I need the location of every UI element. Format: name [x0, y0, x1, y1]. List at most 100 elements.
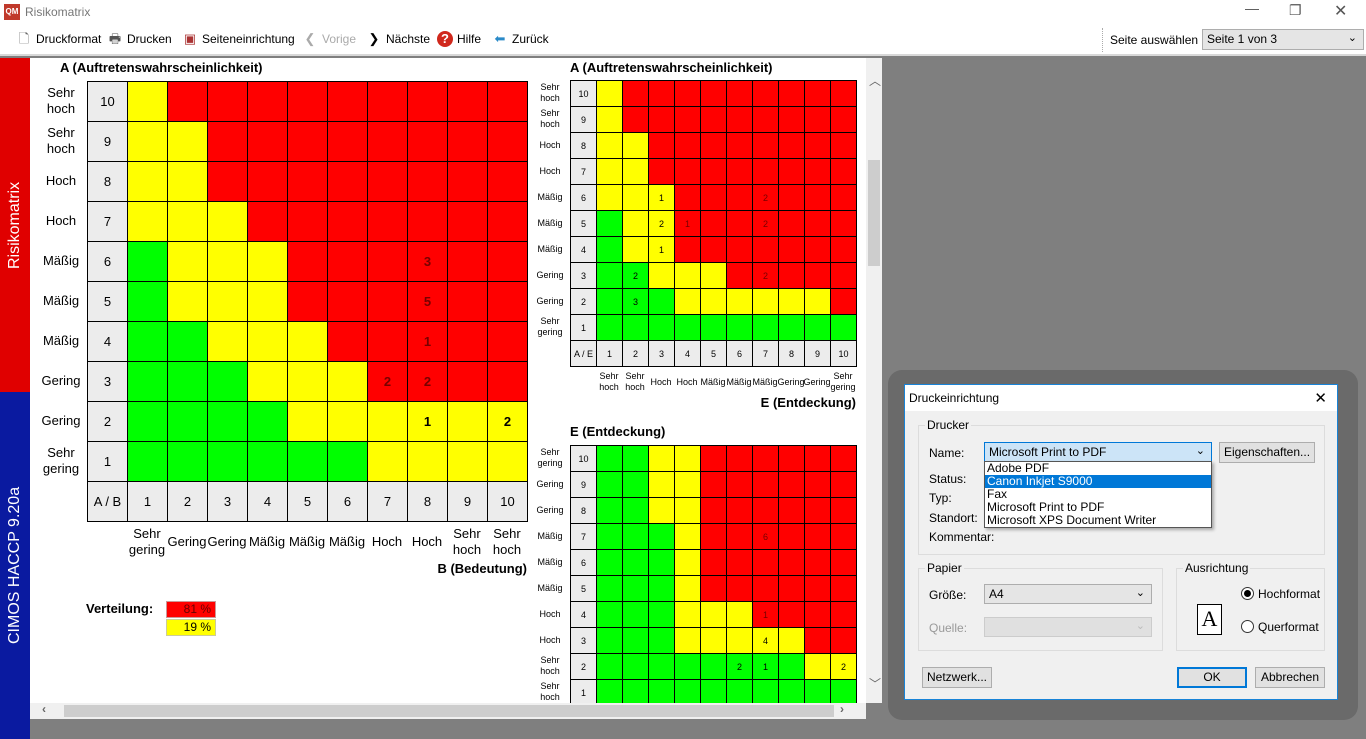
matrix-cell [287, 161, 328, 202]
matrix-cell [752, 80, 779, 107]
matrix-cell [648, 106, 675, 133]
matrix-cell-count: 1 [407, 321, 448, 362]
matrix-cell [622, 184, 649, 211]
matrix-cell [207, 81, 248, 122]
seiteneinrichtung-button[interactable]: ▣ Seiteneinrichtung [182, 31, 295, 47]
hilfe-button[interactable]: ? Hilfe [437, 31, 481, 47]
matrix-cell [622, 653, 649, 680]
printer-option-highlighted[interactable]: Canon Inkjet S9000 [985, 475, 1211, 488]
matrix-cell [327, 441, 368, 482]
matrix-cell [778, 575, 805, 602]
matrix-cell [830, 627, 857, 654]
portrait-radio[interactable] [1241, 587, 1254, 600]
landscape-radio[interactable] [1241, 620, 1254, 633]
page-select-value: Seite 1 von 3 [1207, 32, 1278, 46]
matrix-cell [207, 361, 248, 402]
matrix-cell [804, 80, 831, 107]
vertical-scrollbar[interactable]: ︿ ﹀ [866, 58, 882, 703]
matrix-cell-count: 2 [830, 653, 857, 680]
hilfe-label: Hilfe [457, 32, 482, 46]
distribution-label: Verteilung: [86, 601, 154, 616]
matrix-cell [752, 158, 779, 185]
row-label: Mäßig [42, 293, 80, 309]
source-label: Quelle: [929, 621, 968, 635]
matrix-cell [726, 523, 753, 550]
paper-size-select[interactable]: A4 ⌄ [984, 584, 1152, 604]
matrix-cell [648, 314, 675, 341]
zurueck-button[interactable]: ⬅ Zurück [492, 31, 549, 47]
naechste-button[interactable]: ❯ Nächste [366, 31, 430, 47]
matrix-cell [726, 262, 753, 289]
document-icon: 🗋 [18, 31, 30, 46]
row-number-cell: 7 [570, 158, 597, 185]
vorige-button[interactable]: ❮ Vorige [302, 31, 356, 47]
scroll-up-icon[interactable]: ︿ [869, 72, 881, 89]
matrix-cell [700, 549, 727, 576]
matrix-cell [596, 314, 623, 341]
printer-option[interactable]: Microsoft XPS Document Writer [985, 514, 1211, 527]
matrix-cell [596, 158, 623, 185]
drucken-button[interactable]: 🖶 Drucken [107, 31, 172, 47]
page-select[interactable]: Seite 1 von 3 ⌄ [1202, 29, 1364, 50]
scroll-right-icon[interactable]: › [840, 702, 844, 716]
scroll-down-icon[interactable]: ﹀ [869, 675, 881, 692]
matrix-cell [596, 679, 623, 703]
close-button[interactable]: ✕ [1334, 1, 1347, 21]
paper-source-select[interactable]: ⌄ [984, 617, 1152, 637]
printer-name-select[interactable]: Microsoft Print to PDF ⌄ [984, 442, 1212, 462]
cancel-button[interactable]: Abbrechen [1255, 667, 1325, 688]
matrix-cell [778, 601, 805, 628]
scroll-left-icon[interactable]: ‹ [42, 702, 46, 716]
matrix-cell [167, 201, 208, 242]
vorige-label: Vorige [322, 32, 357, 46]
matrix-cell [804, 497, 831, 524]
matrix-cell [804, 601, 831, 628]
horizontal-scrollbar[interactable]: ‹ › [30, 702, 866, 719]
paper-group-label: Papier [925, 561, 964, 575]
ok-button[interactable]: OK [1177, 667, 1247, 688]
matrix-cell [127, 361, 168, 402]
row-number-cell: 9 [87, 121, 128, 162]
horizontal-scroll-thumb[interactable] [64, 705, 834, 717]
matrix-cell [287, 321, 328, 362]
matrix-cell [700, 106, 727, 133]
matrix-cell [622, 236, 649, 263]
arrow-left-icon: ⬅ [494, 31, 506, 46]
matrix-cell [207, 121, 248, 162]
row-number-cell: 2 [570, 288, 597, 315]
matrix-cell [752, 549, 779, 576]
matrix-cell [127, 81, 168, 122]
matrix-cell [407, 161, 448, 202]
col-number-cell: 5 [700, 340, 727, 367]
printer-icon: 🖶 [108, 31, 122, 46]
matrix-cell [648, 653, 675, 680]
matrix-cell [726, 497, 753, 524]
row-label: Sehr hoch [540, 108, 560, 129]
matrix-cell [726, 601, 753, 628]
matrix-cell [407, 81, 448, 122]
matrix-cell [700, 236, 727, 263]
vertical-scroll-thumb[interactable] [868, 160, 880, 266]
matrix-cell [447, 161, 488, 202]
matrix-cell [487, 121, 528, 162]
matrix-cell [447, 321, 488, 362]
col-number-cell: 1 [127, 481, 168, 522]
properties-button[interactable]: Eigenschaften... [1219, 442, 1315, 463]
network-button[interactable]: Netzwerk... [922, 667, 992, 688]
matrix-cell [648, 445, 675, 472]
matrix-cell [700, 627, 727, 654]
matrix-cell [622, 80, 649, 107]
dialog-close-button[interactable]: ✕ [1314, 389, 1327, 407]
matrix-cell-count: 2 [752, 262, 779, 289]
restore-button[interactable]: ❐ [1289, 2, 1302, 19]
sidebar-band-risikomatrix: Risikomatrix [0, 58, 30, 392]
minimize-button[interactable]: — [1245, 0, 1259, 16]
matrix-cell [700, 184, 727, 211]
matrix-cell [700, 653, 727, 680]
matrix-cell [674, 288, 701, 315]
matrix-cell [207, 401, 248, 442]
druckformat-button[interactable]: 🗋 Druckformat [16, 31, 102, 47]
row-label: Hoch [539, 634, 561, 645]
matrix-cell [596, 601, 623, 628]
matrix-cell [778, 679, 805, 703]
